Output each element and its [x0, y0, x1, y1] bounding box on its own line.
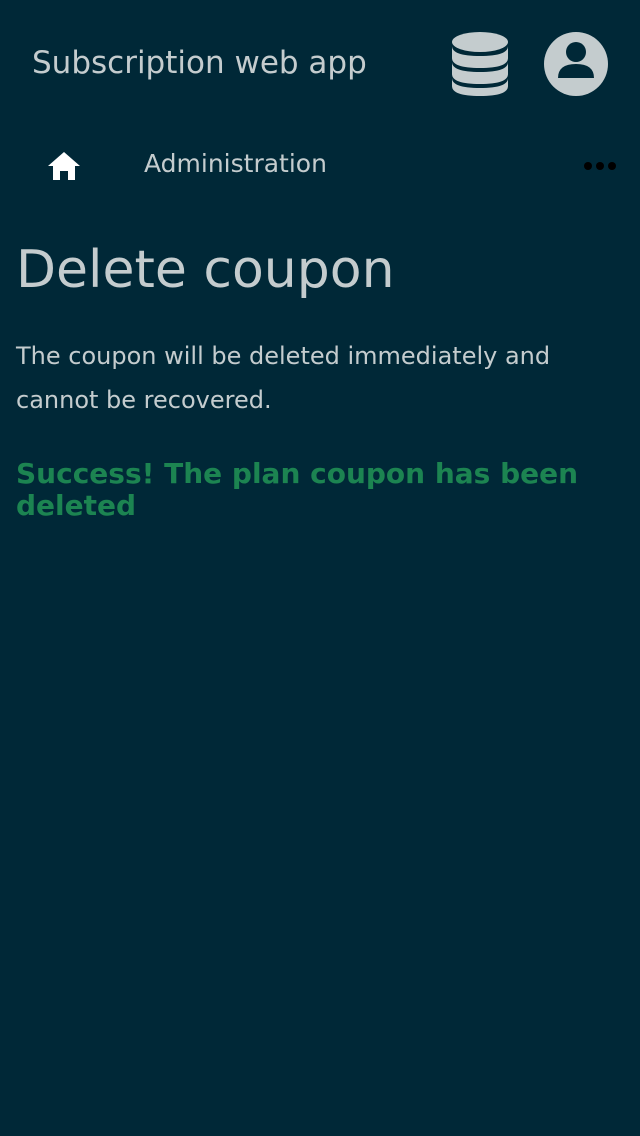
navbar: Administration	[0, 128, 640, 204]
delete-description: The coupon will be deleted immediately a…	[16, 342, 551, 414]
page-title: Delete coupon	[16, 240, 395, 300]
app-header: Subscription web app	[0, 0, 640, 128]
more-button[interactable]	[578, 150, 622, 182]
account-circle-icon	[544, 32, 608, 96]
home-icon	[48, 152, 80, 180]
page: Subscription web app Administration Dele…	[0, 0, 640, 1136]
database-button[interactable]	[448, 30, 512, 98]
main-content: Delete coupon The coupon will be deleted…	[16, 236, 624, 522]
account-button[interactable]	[542, 30, 610, 98]
nav-item-administration[interactable]: Administration	[144, 148, 327, 180]
more-horizontal-icon	[584, 162, 616, 170]
app-title[interactable]: Subscription web app	[32, 44, 367, 82]
database-icon	[452, 32, 508, 96]
home-button[interactable]	[44, 146, 84, 186]
success-message: Success! The plan coupon has been delete…	[16, 457, 579, 522]
